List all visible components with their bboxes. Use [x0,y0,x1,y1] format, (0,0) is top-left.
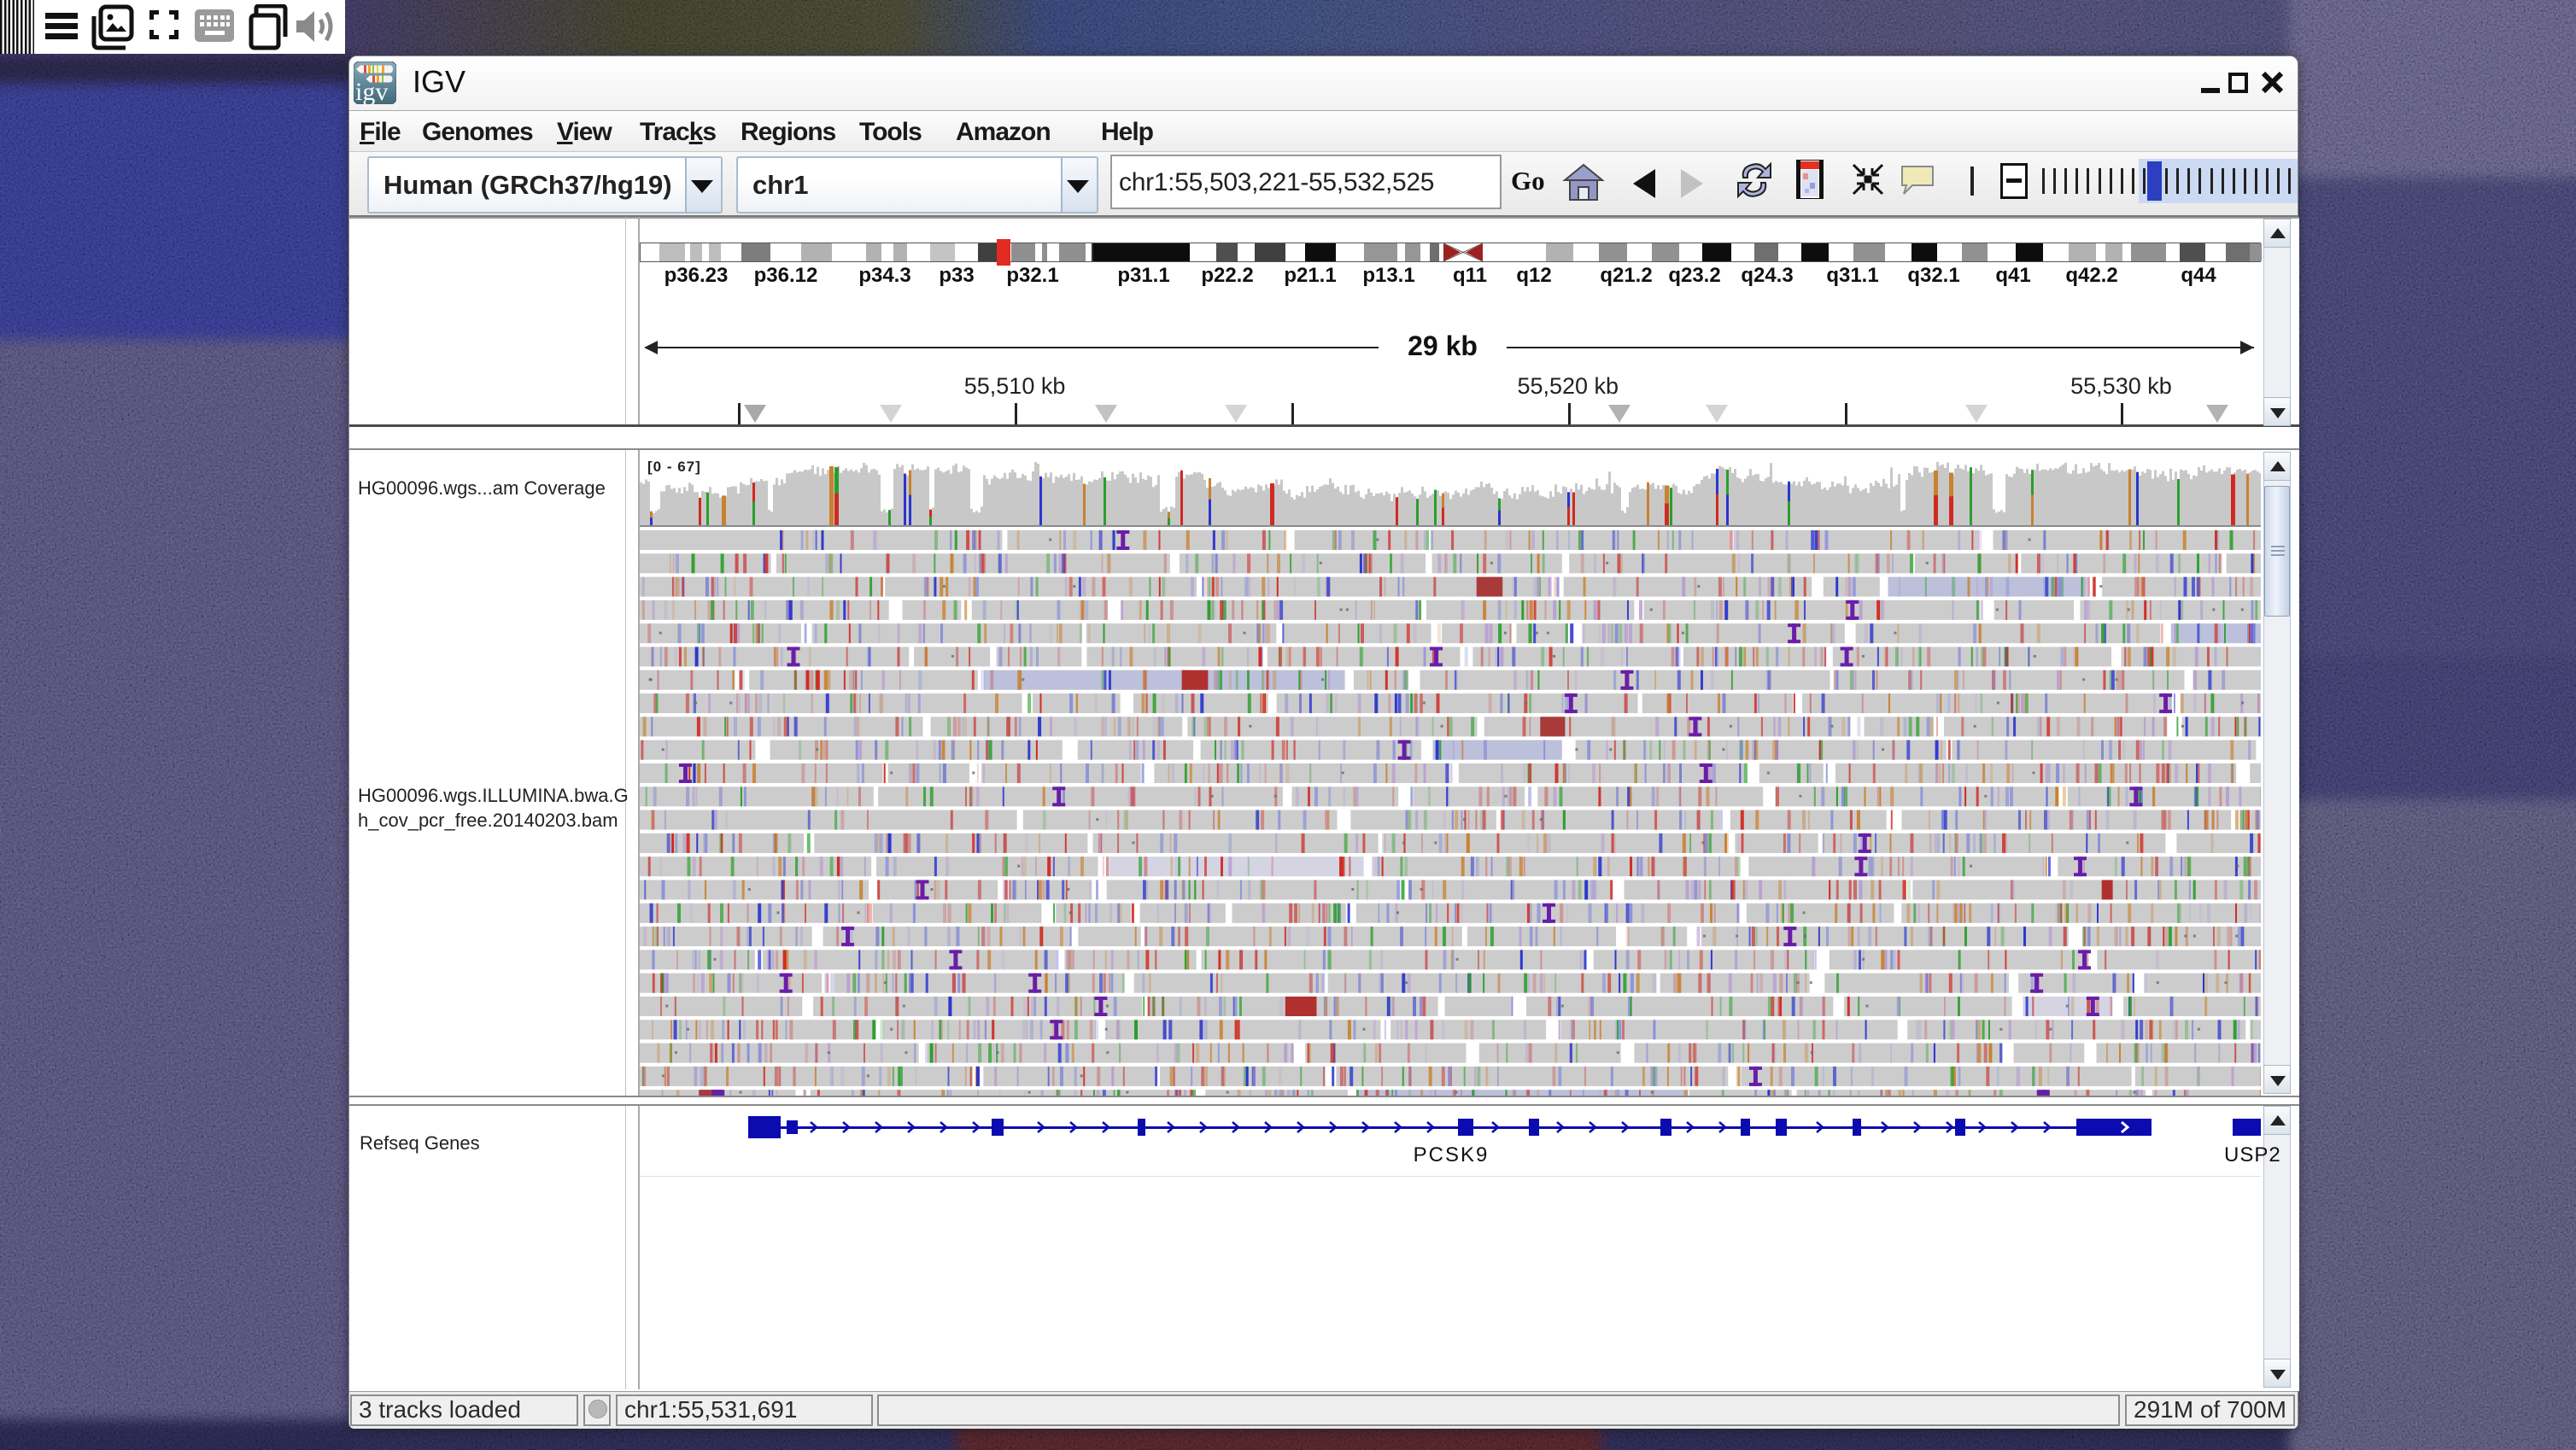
svg-text:igv: igv [355,78,388,104]
